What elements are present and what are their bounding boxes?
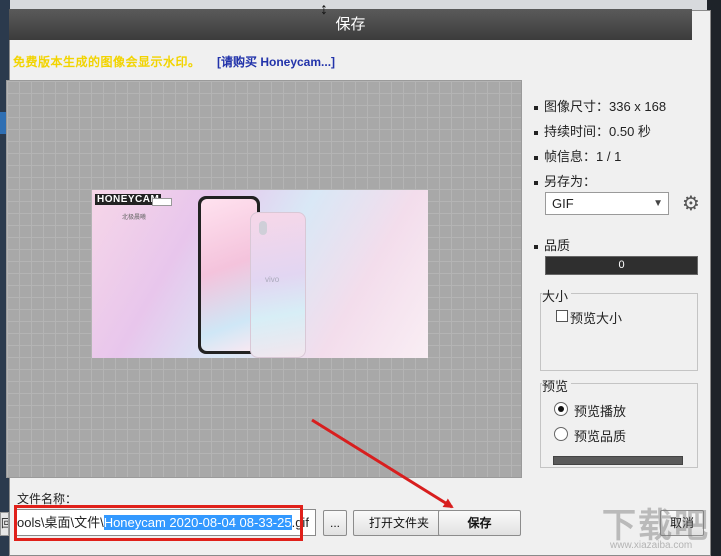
path-suffix: .gif: [291, 515, 309, 530]
phone-brand-text: vivo: [265, 275, 280, 284]
filename-input[interactable]: ools\桌面\文件\Honeycam 2020-08-04 08-33-25.…: [14, 509, 316, 536]
preview-play-radio[interactable]: [554, 402, 568, 416]
image-size-info: 图像尺寸：336 x 168: [534, 96, 666, 115]
gif-tag-box: [152, 198, 172, 206]
buy-honeycam-link[interactable]: [请购买 Honeycam...]: [217, 53, 335, 70]
path-selected-text: Honeycam 2020-08-04 08-33-25: [103, 515, 292, 530]
quality-label-text: 品质: [544, 238, 571, 253]
gear-icon[interactable]: ⚙: [680, 193, 702, 215]
phone-back-image: vivo: [250, 212, 306, 358]
save-as-text: 另存为：: [544, 174, 597, 189]
preview-quality-radio[interactable]: [554, 427, 568, 441]
background-button-stub: 回: [0, 512, 9, 536]
quality-label: 品质: [534, 235, 570, 254]
size-group-title: 大小: [542, 286, 572, 305]
chevron-down-icon: ▼: [653, 198, 663, 209]
preview-play-label: 预览播放: [574, 404, 627, 419]
watermark-notice: 免费版本生成的图像会显示水印。: [13, 55, 201, 69]
open-folder-button[interactable]: 打开文件夹: [353, 510, 445, 536]
format-select[interactable]: GIF ▼: [545, 192, 669, 215]
frame-info: 帧信息：1 / 1: [534, 146, 621, 165]
path-prefix: ools\桌面\文件\: [17, 515, 104, 530]
bullet-icon: [534, 244, 538, 249]
frame-info-text: 帧信息：1 / 1: [544, 149, 622, 164]
preview-group-title: 预览: [542, 376, 572, 395]
preview-size-checkbox[interactable]: [556, 310, 568, 322]
gif-preview-canvas: HONEYCAM 北极晨曦 vivo: [6, 80, 522, 478]
browse-button[interactable]: ...: [323, 510, 347, 536]
bullet-icon: [534, 130, 538, 135]
filename-label: 文件名称：: [17, 492, 78, 506]
preview-quality-label: 预览品质: [574, 429, 627, 444]
image-size-text: 图像尺寸：336 x 168: [544, 99, 667, 114]
duration-info: 持续时间：0.50 秒: [534, 121, 651, 140]
camera-module: [259, 221, 267, 235]
preview-quality-slider[interactable]: [553, 456, 683, 465]
resize-cursor-icon: ↕: [320, 1, 328, 18]
bullet-icon: [534, 155, 538, 160]
save-as-label: 另存为：: [534, 171, 596, 190]
save-button[interactable]: 保存: [438, 510, 521, 536]
gif-subtitle: 北极晨曦: [122, 215, 147, 221]
quality-slider[interactable]: 0: [545, 256, 698, 275]
duration-text: 持续时间：0.50 秒: [544, 124, 651, 139]
format-select-value: GIF: [552, 196, 574, 211]
preview-size-label: 预览大小: [570, 311, 623, 326]
bullet-icon: [534, 105, 538, 110]
bullet-icon: [534, 180, 538, 185]
gif-preview-image: HONEYCAM 北极晨曦 vivo: [92, 190, 428, 358]
dialog-title: 保存: [9, 9, 692, 40]
site-watermark-url: www.xiazaiba.com: [610, 540, 693, 551]
